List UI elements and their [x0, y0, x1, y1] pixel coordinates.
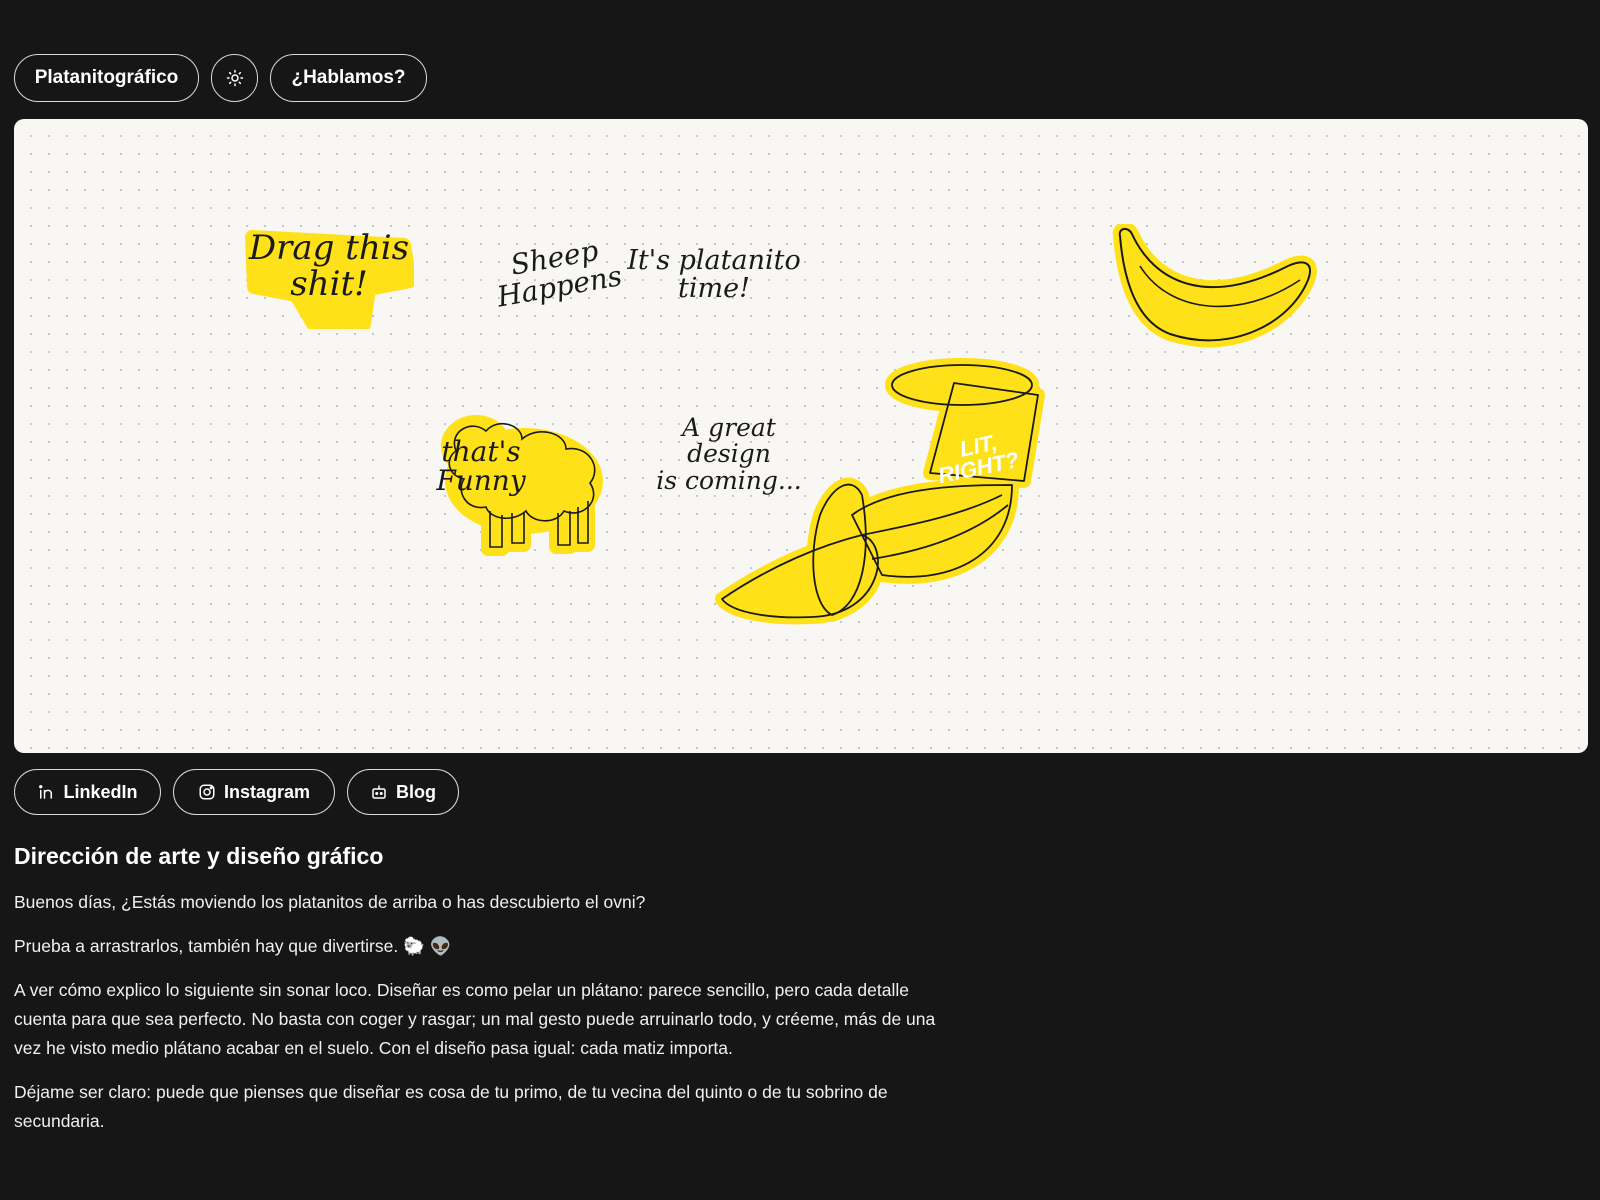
page-title: Dirección de arte y diseño gráfico — [14, 843, 384, 869]
sun-icon — [226, 69, 243, 87]
blog-button[interactable]: Blog — [347, 769, 459, 815]
brand-button[interactable]: Platanitográfico — [14, 54, 199, 102]
sticker-banana[interactable] — [1110, 222, 1340, 364]
sticker-platanito-time-text: It's platanito time! — [627, 245, 801, 305]
banana-icon — [1112, 222, 1317, 348]
sticker-ufo-bananas[interactable]: LIT, RIGHT? — [712, 355, 1112, 635]
design-paragraph: A ver cómo explico lo siguiente sin sona… — [14, 980, 936, 1058]
ufo-bananas-icon: LIT, RIGHT? — [715, 358, 1045, 625]
sticker-sheep-funny[interactable]: that's Funny — [406, 411, 616, 561]
sticker-drag-text: Drag this shit! — [248, 228, 410, 304]
main-content: Dirección de arte y diseño gráfico Bueno… — [14, 843, 944, 1158]
sticker-platanito-time[interactable]: It's platanito time! — [619, 245, 809, 327]
sticker-drag-this[interactable]: Drag this shit! — [244, 229, 414, 329]
social-links: LinkedIn Instagram Blog — [14, 769, 459, 815]
sticker-sheep-funny-text: that's Funny — [436, 435, 526, 498]
instagram-label: Instagram — [223, 781, 311, 802]
top-bar: Platanitográfico ¿Hablamos? — [14, 54, 427, 102]
instagram-icon — [199, 784, 215, 800]
blog-label: Blog — [396, 781, 436, 802]
robot-icon — [372, 785, 386, 799]
linkedin-icon — [39, 785, 53, 799]
sticker-sheep-happens[interactable]: Sheep Happens — [492, 234, 625, 323]
sticker-canvas[interactable]: Drag this shit! Sheep Happens It's plata… — [14, 119, 1588, 753]
contact-button[interactable]: ¿Hablamos? — [270, 54, 427, 102]
intro-paragraph: Buenos días, ¿Estás moviendo los platani… — [14, 892, 646, 912]
linkedin-button[interactable]: LinkedIn — [14, 769, 161, 815]
linkedin-label: LinkedIn — [63, 781, 138, 802]
clarify-paragraph: Déjame ser claro: puede que pienses que … — [14, 1082, 888, 1131]
instagram-button[interactable]: Instagram — [173, 769, 335, 815]
theme-toggle-button[interactable] — [211, 54, 258, 102]
sticker-sheep-happens-text: Sheep Happens — [494, 233, 625, 314]
drag-hint-paragraph: Prueba a arrastrarlos, también hay que d… — [14, 936, 452, 956]
